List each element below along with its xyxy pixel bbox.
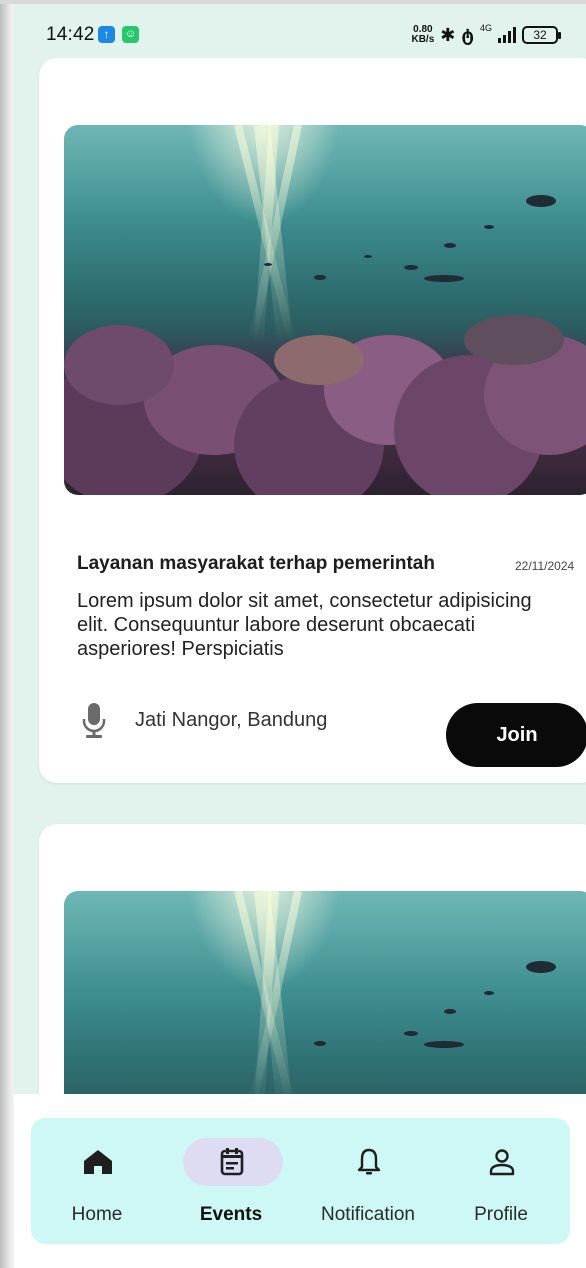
status-bar: 14:42 ↑ ☺ 0.80 KB/s ✱ ტ 4G 32 — [14, 4, 586, 58]
nav-item-home[interactable]: Home — [37, 1118, 157, 1244]
app-notification-icon: ☺ — [122, 26, 139, 43]
event-title: Layanan masyarakat terhap pemerintah — [77, 553, 435, 574]
bell-icon — [357, 1148, 381, 1175]
nav-item-events[interactable]: Events — [171, 1118, 291, 1244]
event-card[interactable] — [39, 824, 586, 1124]
event-location-text: Jati Nangor, Bandung — [135, 708, 328, 731]
signal-strength-icon — [498, 27, 516, 43]
bluetooth-icon: ✱ — [440, 24, 456, 45]
nav-label-notification: Notification — [321, 1204, 415, 1225]
battery-icon: 32 — [522, 26, 561, 44]
bottom-navigation: Home Events Notification Profile — [31, 1118, 570, 1244]
upload-notification-icon: ↑ — [98, 26, 115, 43]
nav-item-notification[interactable]: Notification — [308, 1118, 428, 1244]
event-image — [64, 125, 586, 495]
join-button[interactable]: Join — [446, 703, 586, 767]
network-speed: 0.80 KB/s — [411, 25, 434, 45]
nav-label-events: Events — [199, 1204, 263, 1225]
calendar-icon — [220, 1148, 244, 1176]
microphone-icon — [82, 703, 106, 738]
nav-item-profile[interactable]: Profile — [441, 1118, 561, 1244]
network-speed-unit: KB/s — [411, 34, 435, 45]
person-icon — [489, 1149, 515, 1176]
event-location: Jati Nangor, Bandung — [81, 700, 327, 740]
event-date: 22/11/2024 — [515, 559, 575, 573]
hotspot-icon: ტ — [461, 24, 474, 45]
nav-label-home: Home — [71, 1204, 123, 1225]
nav-label-profile: Profile — [474, 1204, 528, 1225]
status-indicators: 0.80 KB/s ✱ ტ 4G 32 — [411, 23, 561, 46]
screenshot-frame-edge — [0, 0, 14, 1268]
battery-level: 32 — [533, 28, 547, 42]
network-type: 4G — [479, 23, 492, 33]
status-time: 14:42 — [46, 24, 95, 45]
event-card[interactable]: Layanan masyarakat terhap pemerintah 22/… — [39, 58, 586, 783]
app-screen: 14:42 ↑ ☺ 0.80 KB/s ✱ ტ 4G 32 Layanan ma… — [14, 4, 586, 1264]
event-description: Lorem ipsum dolor sit amet, consectetur … — [77, 590, 532, 660]
coral-reef — [64, 303, 586, 495]
event-image — [64, 891, 586, 1124]
home-icon — [84, 1150, 112, 1174]
